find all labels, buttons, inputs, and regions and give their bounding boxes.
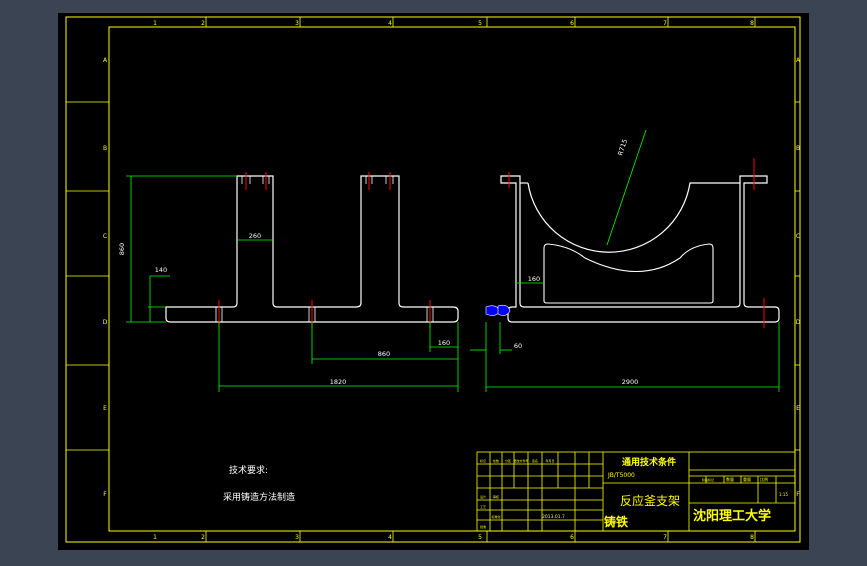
grid-row-label: C — [796, 233, 800, 240]
tb-standard-title: 通用技术条件 — [622, 456, 676, 468]
tb-cell-label: 标记 — [480, 458, 486, 463]
drawing-sheet: 12345678 12345678 ABCDEF ABCDEF 860 260 … — [58, 13, 809, 550]
grid-col-label: 4 — [388, 20, 392, 27]
grid-col-label: 2 — [201, 20, 205, 27]
grid-col-label: 5 — [478, 20, 482, 27]
tb-label-quantity: 数量 — [726, 476, 734, 482]
dim-edge-offset: 160 — [438, 339, 450, 347]
grid-col-label: 3 — [295, 20, 299, 27]
dim-overall-height: 860 — [118, 243, 126, 255]
grid-col-label: 5 — [478, 534, 482, 541]
dim-rib-spacing: 860 — [378, 350, 390, 358]
grid-row-label: C — [103, 233, 107, 240]
grid-col-label: 1 — [153, 20, 157, 27]
tb-cell-label: 标准化 — [491, 514, 500, 519]
notes-heading: 技术要求: — [229, 464, 268, 476]
dim-base-height: 140 — [155, 266, 167, 274]
tb-standard-code: JB/T5000 — [607, 472, 635, 479]
tb-cell-label: 批准 — [480, 524, 486, 529]
grid-row-label: D — [103, 319, 108, 326]
grid-row-label: D — [796, 319, 801, 326]
tb-part-name: 反应釜支架 — [620, 493, 680, 508]
grid-row-label: B — [103, 145, 107, 152]
tb-date: 2013.01.7 — [542, 514, 565, 520]
grid-col-label: 6 — [570, 20, 574, 27]
dim-inner-step: 160 — [528, 275, 540, 283]
grid-row-label: E — [796, 405, 800, 412]
tb-cell-label: 签名 — [532, 458, 538, 463]
tb-label-scale: 比例 — [760, 476, 768, 482]
grid-col-label: 7 — [663, 534, 667, 541]
grid-col-label: 6 — [570, 534, 574, 541]
tb-cell-label: 审核 — [493, 494, 499, 499]
cad-viewport[interactable]: 12345678 12345678 ABCDEF ABCDEF 860 260 … — [0, 0, 867, 562]
grid-col-label: 2 — [201, 534, 205, 541]
grid-row-label: F — [796, 491, 800, 498]
dim-rib-width: 260 — [249, 232, 261, 240]
seal-symbol — [485, 304, 511, 316]
grid-col-label: 4 — [388, 534, 392, 541]
tb-cell-label: 年月日 — [545, 458, 554, 463]
grid-col-label: 1 — [153, 534, 157, 541]
grid-col-label: 3 — [295, 534, 299, 541]
dim-gap: 60 — [514, 342, 522, 350]
grid-col-label: 7 — [663, 20, 667, 27]
tb-institution: 沈阳理工大学 — [693, 508, 771, 524]
dim-right-length: 2900 — [622, 378, 639, 386]
grid-col-label: 8 — [750, 534, 754, 541]
tb-cell-label: 分区 — [505, 458, 511, 463]
dim-left-length: 1820 — [330, 378, 347, 386]
grid-row-label: B — [796, 145, 800, 152]
tb-cell-label: 处数 — [493, 458, 499, 463]
grid-row-label: E — [103, 405, 107, 412]
tb-cell-label: 更改文件号 — [513, 458, 528, 463]
tb-scale-value: 1:15 — [779, 492, 788, 497]
tb-cell-label: 工艺 — [480, 504, 486, 509]
tb-cell-label: 设计 — [480, 494, 486, 499]
grid-col-label: 8 — [750, 20, 754, 27]
drawing-canvas — [58, 13, 809, 550]
tb-label-weight: 重量 — [743, 476, 751, 482]
tb-cell-label: 阶段标记 — [702, 477, 714, 482]
grid-row-label: F — [103, 491, 107, 498]
tb-material: 铸铁 — [604, 514, 628, 529]
notes-body: 采用铸造方法制造 — [223, 491, 295, 503]
